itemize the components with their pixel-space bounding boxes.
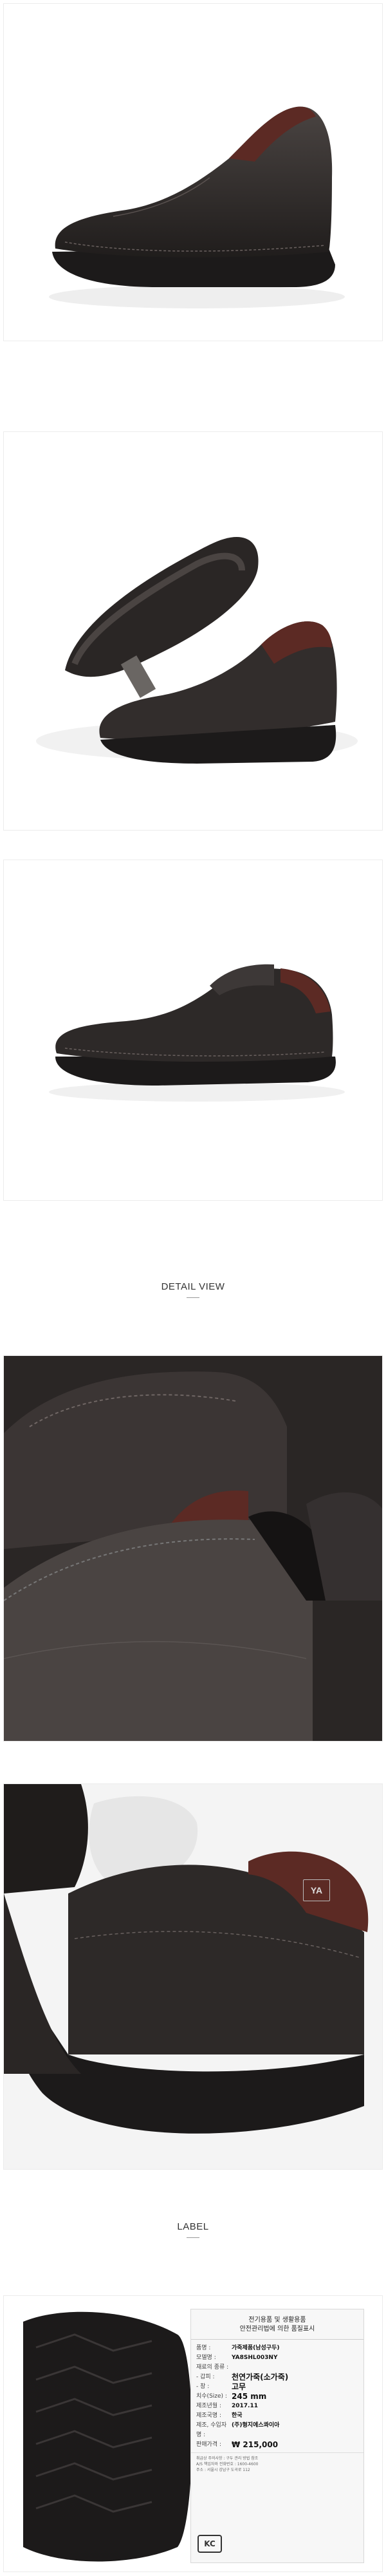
label-row: 재료의 종류 : xyxy=(191,2363,363,2373)
detail-toe-illustration xyxy=(4,1356,382,1741)
label-note: 취급상 주의사항 : 구두 관리 방법 참조 xyxy=(196,2456,259,2461)
label-header-line-2: 안전관리법에 의한 품질표시 xyxy=(239,2326,315,2333)
label-header-line-1: 전기용품 및 생활용품 xyxy=(248,2317,306,2324)
label-value xyxy=(232,2363,358,2373)
shoe-pair-illustration xyxy=(36,536,358,764)
detail-photo-heel: YA xyxy=(3,1783,383,2170)
product-photo-side xyxy=(3,3,383,341)
label-row: 제조국명 : 한국 xyxy=(191,2411,363,2421)
label-value: (주)형지에스콰이아 xyxy=(232,2422,280,2429)
label-value: ₩ 215,000 xyxy=(232,2440,279,2449)
product-photo-side-2 xyxy=(3,860,383,1201)
label-key: 치수(Size) : xyxy=(196,2393,227,2400)
label-value: 2017.11 xyxy=(232,2403,258,2409)
label-divider xyxy=(187,2237,199,2238)
label-key: - 갑피 : xyxy=(196,2374,215,2380)
label-value: 245 mm xyxy=(232,2392,267,2401)
label-photo: 전기용품 및 생활용품 안전관리법에 의한 품질표시 품명 : 가죽제품(남성구두… xyxy=(3,2295,383,2572)
brand-logo-tag: YA xyxy=(303,1879,330,1901)
label-key: 제조, 수입자명 : xyxy=(196,2422,227,2438)
label-title: LABEL xyxy=(177,2221,209,2232)
detail-heel-illustration xyxy=(4,1784,382,2169)
label-note: A/S 책임자와 전화번호 : 1600-4600 xyxy=(196,2462,259,2467)
label-value: 천연가죽(소가죽) xyxy=(232,2373,289,2382)
shoe-side-illustration-2 xyxy=(49,964,345,1102)
label-value: 한국 xyxy=(232,2412,243,2419)
kc-mark-text: KC xyxy=(204,2539,216,2548)
detail-view-title: DETAIL VIEW xyxy=(161,1281,225,1292)
label-row: 판매가격 : ₩ 215,000 xyxy=(191,2440,363,2450)
detail-view-divider xyxy=(187,1297,199,1298)
detail-photo-toe xyxy=(3,1355,383,1742)
label-key: 제조국명 : xyxy=(196,2412,222,2419)
label-key: 제조년월 : xyxy=(196,2403,222,2409)
label-row: 제조, 수입자명 : (주)형지에스콰이아 xyxy=(191,2421,363,2440)
shoe-side-illustration xyxy=(49,106,345,308)
label-value: 고무 xyxy=(232,2382,246,2391)
label-row: 제조년월 : 2017.11 xyxy=(191,2402,363,2411)
label-row: - 창 : 고무 xyxy=(191,2382,363,2392)
label-key: - 창 : xyxy=(196,2383,210,2390)
label-key: 재료의 종류 : xyxy=(196,2364,229,2371)
label-note: 주소 : 서울시 강남구 도곡로 112 xyxy=(196,2468,250,2472)
label-row: 품명 : 가죽제품(남성구두) xyxy=(191,2344,363,2353)
label-rows: 품명 : 가죽제품(남성구두) 모델명 : YA8SHL003NY 재료의 종류 :… xyxy=(191,2340,363,2450)
label-header: 전기용품 및 생활용품 안전관리법에 의한 품질표시 xyxy=(191,2309,363,2340)
quality-label-card: 전기용품 및 생활용품 안전관리법에 의한 품질표시 품명 : 가죽제품(남성구두… xyxy=(190,2309,364,2563)
label-row: - 갑피 : 천연가죽(소가죽) xyxy=(191,2373,363,2382)
label-key: 모델명 : xyxy=(196,2355,216,2361)
kc-certification-mark: KC xyxy=(198,2535,222,2553)
label-key: 판매가격 : xyxy=(196,2441,222,2448)
product-photo-pair xyxy=(3,431,383,831)
label-value: 가죽제품(남성구두) xyxy=(232,2345,280,2351)
label-row: 모델명 : YA8SHL003NY xyxy=(191,2353,363,2363)
label-value: YA8SHL003NY xyxy=(232,2355,278,2361)
label-key: 품명 : xyxy=(196,2345,211,2351)
label-notes: 취급상 주의사항 : 구두 관리 방법 참조 A/S 책임자와 전화번호 : 1… xyxy=(191,2452,363,2476)
label-row: 치수(Size) : 245 mm xyxy=(191,2392,363,2402)
